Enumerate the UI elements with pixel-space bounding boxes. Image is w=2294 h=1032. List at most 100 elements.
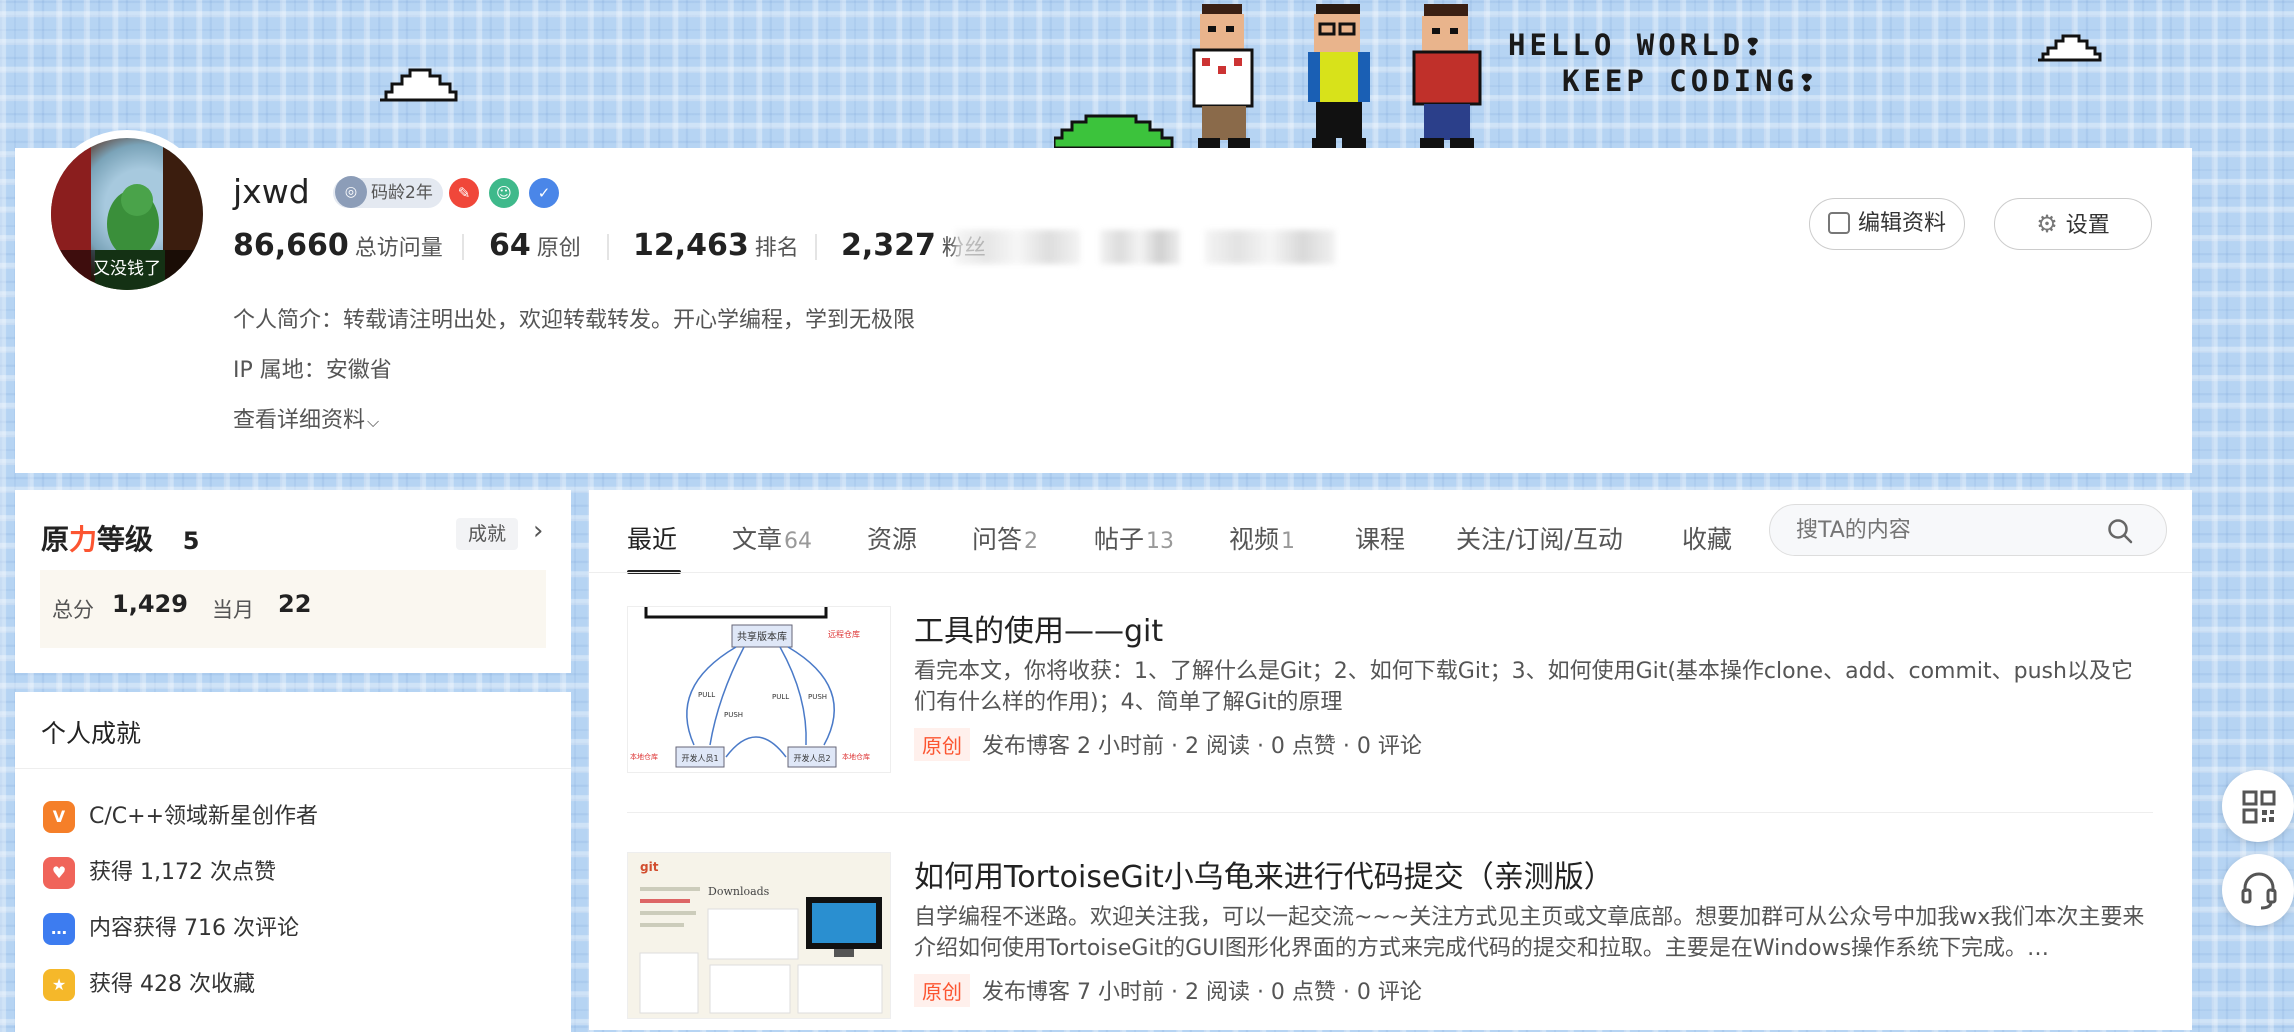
qr-code-icon: [2242, 790, 2276, 824]
score-box: 总分 1,429 当月 22: [40, 570, 546, 648]
month-score-label: 当月: [212, 598, 254, 622]
content-card: 最近 文章64 资源 问答2 帖子13 视频1 课程 关注/订阅/互动 收藏 共…: [589, 490, 2192, 1030]
article-meta: 原创 发布博客 2 小时前 · 2 阅读 · 0 点赞 · 0 评论: [914, 728, 1422, 761]
stat-divider: [462, 234, 464, 260]
tab-recent[interactable]: 最近: [627, 520, 681, 574]
tab-label: 收藏: [1682, 525, 1733, 554]
level-title-accent: 力: [69, 523, 98, 556]
level-title: 原力等级 5: [41, 518, 200, 558]
stat-visits-label: 总访问量: [354, 236, 443, 261]
avatar-image: 又没钱了: [51, 138, 203, 290]
stat-original[interactable]: 64 原创: [489, 228, 581, 263]
diagram-label: 共享版本库: [737, 630, 787, 643]
git-website-screenshot-icon: git Downloads: [628, 853, 890, 1018]
article-thumbnail[interactable]: git Downloads: [627, 852, 891, 1019]
banner-line-2: KEEP CODING❢: [1562, 64, 1820, 98]
tab-label: 资源: [867, 525, 918, 554]
blurred-stats: [955, 230, 1080, 264]
article-description[interactable]: 看完本文，你将收获：1、了解什么是Git；2、如何下载Git；3、如何使用Git…: [914, 656, 2154, 718]
tab-count: 13: [1146, 529, 1175, 554]
search-box: [1769, 504, 2167, 556]
tab-label: 最近: [627, 525, 678, 554]
ip-location: IP 属地：安徽省: [233, 358, 392, 383]
tab-resources[interactable]: 资源: [867, 520, 917, 556]
stat-divider: [815, 234, 817, 260]
achievements-card: 个人成就 V C/C++领域新星创作者 ♥ 获得 1,172 次点赞 … 内容获得 7…: [15, 692, 571, 1032]
qr-code-button[interactable]: [2222, 770, 2294, 842]
article-divider: [627, 812, 2153, 813]
headset-icon: [2241, 872, 2277, 910]
article-title[interactable]: 工具的使用——git: [914, 606, 1163, 650]
search-icon[interactable]: [2106, 517, 2134, 545]
tab-videos[interactable]: 视频1: [1229, 520, 1295, 556]
avatar[interactable]: 又没钱了: [43, 130, 211, 298]
thumb-label: Downloads: [708, 885, 770, 898]
edit-profile-button[interactable]: 编辑资料: [1809, 198, 1965, 250]
diagram-label: PULL: [772, 693, 789, 701]
view-details-link[interactable]: 查看详细资料 ⌵: [233, 402, 379, 434]
achievement-text: C/C++领域新星创作者: [89, 804, 319, 829]
article-title[interactable]: 如何用TortoiseGit小乌龟来进行代码提交（亲测版）: [914, 852, 1614, 896]
tab-courses[interactable]: 课程: [1355, 520, 1405, 556]
tab-count: 64: [784, 529, 813, 554]
blurred-stats: [1100, 230, 1180, 264]
pixel-character-icon: [1308, 4, 1370, 148]
tab-favorites[interactable]: 收藏: [1682, 520, 1732, 556]
banner: HELLO WORLD❢ KEEP CODING❢: [0, 0, 2294, 148]
article-thumbnail[interactable]: 共享版本库 远程仓库 开发人员1 开发人员2 本地仓库 本地仓库 PULL PU…: [627, 606, 891, 773]
achievement-text: 获得 1,172 次点赞: [89, 860, 276, 885]
tab-follow-subscribe[interactable]: 关注/订阅/互动: [1456, 520, 1623, 556]
achievements-button[interactable]: 成就: [456, 518, 519, 550]
username: jxwd: [233, 172, 310, 211]
original-tag: 原创: [914, 974, 970, 1007]
tab-label: 课程: [1355, 525, 1406, 554]
total-score-value: 1,429: [112, 590, 188, 618]
comment-icon: …: [43, 913, 75, 945]
achievement-item: ♥ 获得 1,172 次点赞: [43, 854, 276, 889]
achievement-text: 内容获得 716 次评论: [89, 916, 299, 941]
article-item[interactable]: 共享版本库 远程仓库 开发人员1 开发人员2 本地仓库 本地仓库 PULL PU…: [627, 606, 2153, 806]
settings-button[interactable]: ⚙ 设置: [1994, 198, 2152, 250]
diagram-label: 本地仓库: [842, 752, 870, 761]
article-description[interactable]: 自学编程不迷路。欢迎关注我，可以一起交流~~~关注方式见主页或文章底部。想要加群…: [914, 902, 2154, 964]
stat-rank-value: 12,463: [633, 228, 749, 263]
article-meta-text: 发布博客 7 小时前 · 2 阅读 · 0 点赞 · 0 评论: [982, 980, 1422, 1005]
stat-rank[interactable]: 12,463 排名: [633, 228, 799, 263]
avatar-caption: 又没钱了: [51, 250, 203, 290]
stat-rank-label: 排名: [754, 236, 799, 261]
total-score-label: 总分: [52, 598, 94, 622]
customer-service-button[interactable]: [2222, 854, 2294, 926]
tab-count: 2: [1024, 529, 1039, 554]
stat-original-value: 64: [489, 228, 531, 263]
code-age-icon: ◎: [335, 176, 367, 208]
achievement-text: 获得 428 次收藏: [89, 972, 255, 997]
tab-qa[interactable]: 问答2: [972, 520, 1038, 556]
cloud-icon: [380, 68, 458, 102]
article-item[interactable]: git Downloads 如何用TortoiseGit小乌龟来进行代码提交（亲…: [627, 852, 2153, 1030]
favorite-icon: ★: [43, 969, 75, 1001]
tab-label: 帖子: [1094, 525, 1145, 554]
diagram-label: 本地仓库: [630, 752, 658, 761]
pixel-character-icon: [1192, 4, 1254, 148]
search-input[interactable]: [1794, 513, 2098, 547]
chevron-right-icon[interactable]: ›: [533, 516, 543, 546]
tab-posts[interactable]: 帖子13: [1094, 520, 1174, 556]
tab-articles[interactable]: 文章64: [732, 520, 812, 556]
divider: [15, 768, 571, 769]
tab-label: 问答: [972, 525, 1023, 554]
stat-fans-value: 2,327: [841, 228, 936, 263]
code-age-label: 码龄2年: [371, 183, 433, 203]
hill-icon: [1054, 114, 1174, 148]
community-badge-icon[interactable]: ☺: [489, 178, 519, 208]
certified-badge-icon[interactable]: ✓: [529, 178, 559, 208]
edit-profile-label: 编辑资料: [1857, 211, 1946, 236]
diagram-label: 开发人员1: [681, 753, 718, 763]
diagram-label: PULL: [698, 691, 715, 699]
settings-label: 设置: [2065, 213, 2110, 238]
blog-expert-badge-icon[interactable]: ✎: [449, 178, 479, 208]
achievements-button-label: 成就: [468, 523, 507, 545]
like-icon: ♥: [43, 857, 75, 889]
stat-visits[interactable]: 86,660 总访问量: [233, 228, 443, 263]
stat-visits-value: 86,660: [233, 228, 349, 263]
tab-label: 视频: [1229, 525, 1280, 554]
